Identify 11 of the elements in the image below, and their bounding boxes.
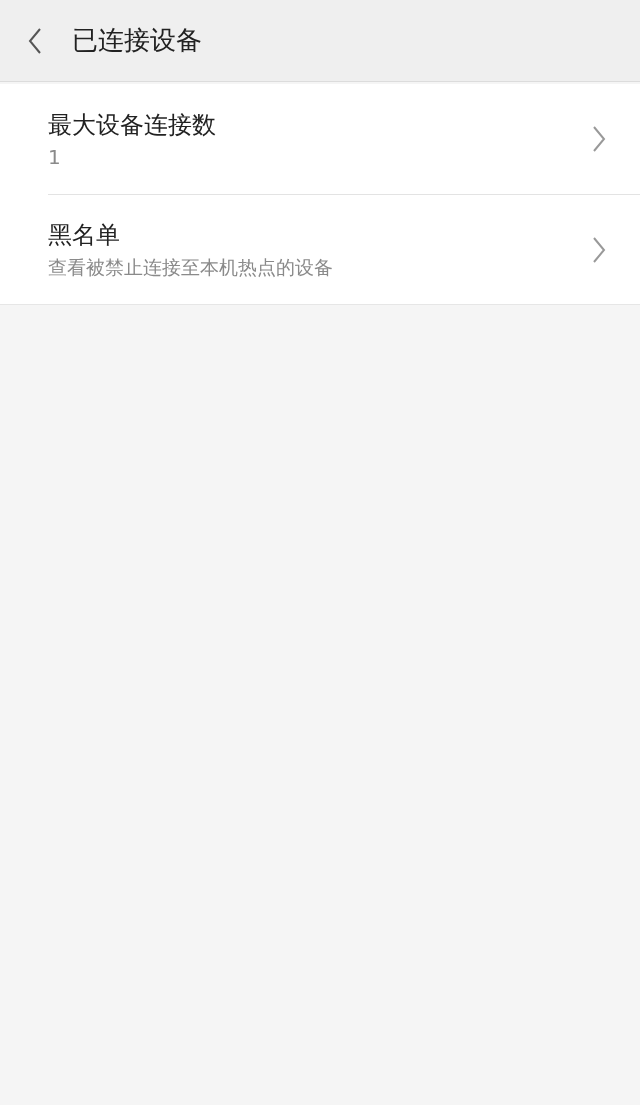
back-icon bbox=[28, 27, 42, 54]
chevron-right-icon bbox=[592, 236, 606, 263]
item-description: 查看被禁止连接至本机热点的设备 bbox=[48, 254, 334, 280]
item-title: 最大设备连接数 bbox=[48, 110, 217, 141]
chevron-right-icon bbox=[592, 126, 606, 152]
item-title: 黑名单 bbox=[48, 219, 121, 251]
page-title: 已连接设备 bbox=[72, 24, 202, 57]
back-button[interactable] bbox=[28, 27, 42, 54]
settings-item[interactable]: 最大设备连接数 1 bbox=[48, 84, 640, 194]
settings-item[interactable]: 黑名单 查看被禁止连接至本机热点的设备 bbox=[48, 194, 640, 304]
item-value: 1 bbox=[48, 145, 62, 169]
